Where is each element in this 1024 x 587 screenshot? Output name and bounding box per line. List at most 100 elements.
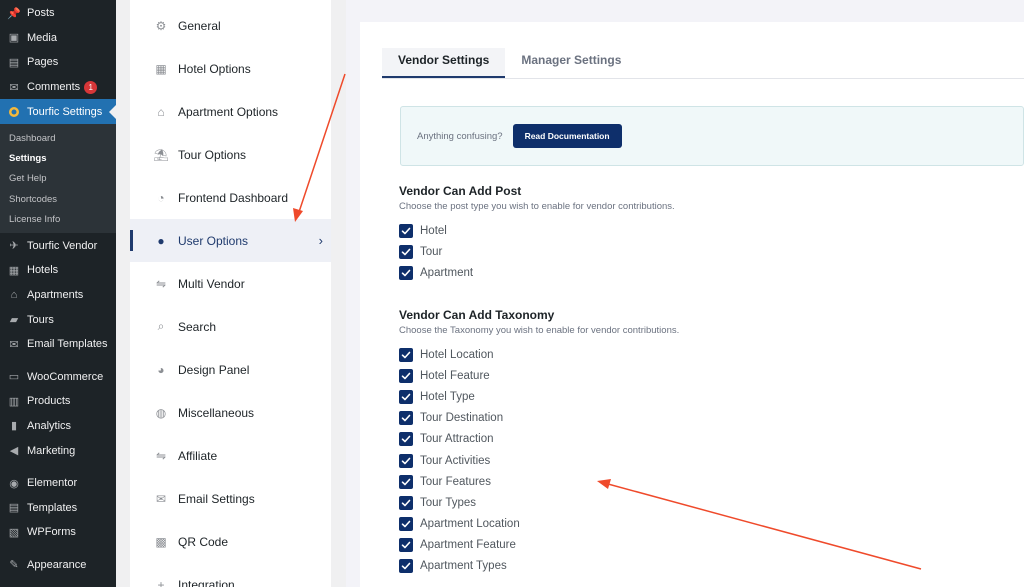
checkbox-checked-icon[interactable] [399,265,413,280]
wp-menu-marketing[interactable]: ◀ Marketing [0,438,116,463]
checkbox-checked-icon[interactable] [399,223,413,238]
checkbox-checked-icon[interactable] [399,432,413,447]
wp-menu-woocommerce[interactable]: ▭ WooCommerce [0,364,116,389]
checkbox-hotel-feature[interactable]: Hotel Feature [399,365,679,386]
checkbox-apartment-feature[interactable]: Apartment Feature [399,535,679,556]
wp-menu-products[interactable]: ▥ Products [0,389,116,414]
checkbox-checked-icon[interactable] [399,538,413,553]
wp-menu-label: Products [27,395,71,408]
wp-menu-hotels[interactable]: ▦ Hotels [0,258,116,283]
nav-item-qr-code[interactable]: ▩ QR Code [130,520,331,563]
nav-item-hotel-options[interactable]: ▦ Hotel Options [130,47,331,90]
wp-menu-label: Hotels [27,264,59,277]
nav-item-search[interactable]: ⌕ Search [130,305,331,348]
nav-item-tour-options[interactable]: ⛱ Tour Options [130,133,331,176]
appearance-icon: ✎ [9,559,19,572]
checkbox-label: Hotel [420,224,447,237]
checkbox-checked-icon[interactable] [399,453,413,468]
checkbox-checked-icon[interactable] [399,368,413,383]
handshake-icon: ⇋ [155,448,167,463]
wp-menu-appearance[interactable]: ✎ Appearance [0,553,116,578]
notice-text: Anything confusing? [417,130,503,142]
wp-menu-analytics[interactable]: ▮ Analytics [0,414,116,439]
wp-menu-pages[interactable]: ▤ Pages [0,50,116,75]
nav-item-email-settings[interactable]: ✉ Email Settings [130,477,331,520]
globe-icon: ◍ [155,405,167,420]
nav-item-design-panel[interactable]: ◕ Design Panel [130,348,331,391]
wp-menu-separator [0,545,116,553]
nav-item-user-options[interactable]: ● User Options › [130,219,331,262]
checkbox-checked-icon[interactable] [399,495,413,510]
checkbox-tour-activities[interactable]: Tour Activities [399,450,679,471]
wp-menu-comments[interactable]: ✉ Comments 1 [0,75,116,100]
checkbox-hotel-type[interactable]: Hotel Type [399,386,679,407]
wp-menu-wpforms[interactable]: ▧ WPForms [0,520,116,545]
checkbox-checked-icon[interactable] [399,389,413,404]
gear-icon: ⚙ [155,18,167,33]
wp-submenu-license-info[interactable]: License Info [0,209,116,229]
checkbox-tour-features[interactable]: Tour Features [399,471,679,492]
checkbox-checked-icon[interactable] [399,347,413,362]
nav-item-general[interactable]: ⚙ General [130,4,331,47]
nav-item-label: Miscellaneous [178,405,255,420]
nav-item-label: Apartment Options [178,104,279,119]
checkbox-tour-destination[interactable]: Tour Destination [399,408,679,429]
checkbox-tour[interactable]: Tour [399,241,675,262]
palette-icon: ◕ [157,362,165,377]
checkbox-checked-icon[interactable] [399,474,413,489]
checkbox-checked-icon[interactable] [399,411,413,426]
wp-menu-posts[interactable]: 📌 Posts [0,1,116,26]
house-icon: ⌂ [157,104,165,119]
wp-menu-templates[interactable]: ▤ Templates [0,495,116,520]
nav-item-affiliate[interactable]: ⇋ Affiliate [130,434,331,477]
checkbox-apartment[interactable]: Apartment [399,262,675,283]
checkbox-label: Apartment [420,266,474,279]
checkbox-hotel[interactable]: Hotel [399,220,675,241]
nav-item-apartment-options[interactable]: ⌂ Apartment Options [130,90,331,133]
nav-item-label: Integration [178,577,235,587]
wp-submenu-settings[interactable]: Settings [0,148,116,168]
checkbox-checked-icon[interactable] [399,244,413,259]
checkbox-apartment-location[interactable]: Apartment Location [399,514,679,535]
wp-menu-email-templates[interactable]: ✉ Email Templates [0,332,116,357]
nav-item-frontend-dashboard[interactable]: ◔ Frontend Dashboard [130,176,331,219]
checkbox-label: Apartment Feature [420,539,516,552]
nav-item-label: Frontend Dashboard [178,190,289,205]
wp-menu-tourfic-settings[interactable]: Tourfic Settings [0,99,116,124]
nav-item-label: Hotel Options [178,61,251,76]
plus-icon: + [157,577,165,587]
wp-submenu-dashboard[interactable]: Dashboard [0,128,116,148]
nav-item-label: Affiliate [178,448,218,463]
nav-item-integration[interactable]: + Integration [130,563,331,587]
vendor-icon: ✈ [9,240,19,253]
checkbox-checked-icon[interactable] [399,517,413,532]
vendor-taxonomy-section: Vendor Can Add Taxonomy Choose the Taxon… [399,308,679,577]
tab-divider [382,78,1024,79]
checkbox-apartment-types[interactable]: Apartment Types [399,556,679,577]
wp-menu-label: Email Templates [27,338,108,351]
nav-item-miscellaneous[interactable]: ◍ Miscellaneous [130,391,331,434]
checkbox-tour-attraction[interactable]: Tour Attraction [399,429,679,450]
wp-menu-label: Pages [27,56,59,69]
checkbox-hotel-location[interactable]: Hotel Location [399,344,679,365]
section-title: Vendor Can Add Taxonomy [399,308,555,322]
wp-menu-media[interactable]: ▣ Media [0,26,116,51]
wp-submenu-get-help[interactable]: Get Help [0,169,116,189]
wp-menu-label: Posts [27,7,55,20]
wp-menu-elementor[interactable]: ◉ Elementor [0,471,116,496]
tab-vendor-settings[interactable]: Vendor Settings [382,48,506,78]
templates-icon: ▤ [8,502,20,515]
wp-menu-label: Tourfic Vendor [27,239,98,252]
wp-submenu-shortcodes[interactable]: Shortcodes [0,189,116,209]
tab-manager-settings[interactable]: Manager Settings [505,48,637,78]
wp-menu-tourfic-vendor[interactable]: ✈ Tourfic Vendor [0,233,116,258]
nav-item-label: QR Code [178,534,229,549]
section-title: Vendor Can Add Post [399,184,522,198]
wp-menu-tours[interactable]: ▰ Tours [0,307,116,332]
nav-item-multi-vendor[interactable]: ⇋ Multi Vendor [130,262,331,305]
checkbox-tour-types[interactable]: Tour Types [399,492,679,513]
wp-menu-label: Appearance [27,558,87,571]
checkbox-checked-icon[interactable] [399,559,413,574]
read-documentation-button[interactable]: Read Documentation [512,124,622,148]
wp-menu-apartments[interactable]: ⌂ Apartments [0,283,116,308]
